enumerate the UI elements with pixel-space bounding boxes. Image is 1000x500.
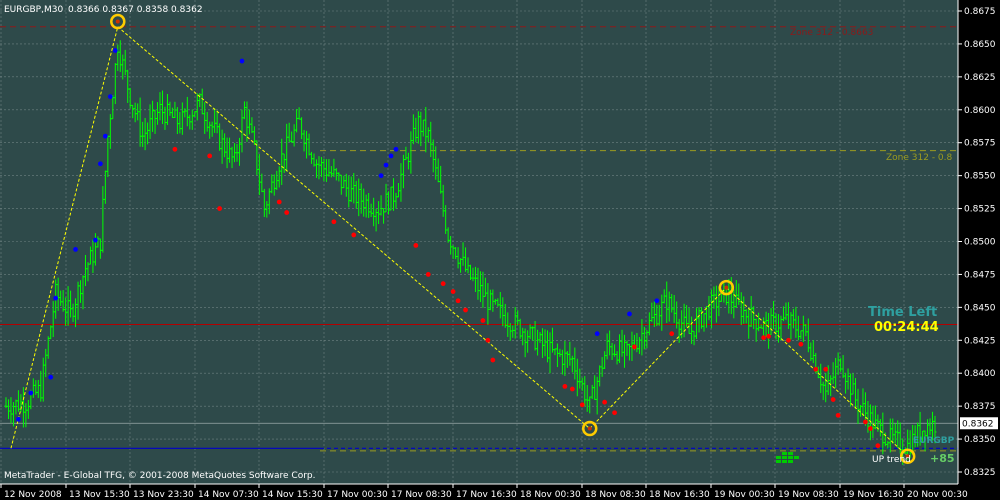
down-signal-dot <box>463 307 468 313</box>
down-signal-dot <box>351 232 357 238</box>
x-tick-label: 17 Nov 16:30 <box>456 490 517 500</box>
x-tick-label: 19 Nov 00:30 <box>714 490 775 500</box>
up-signal-dot <box>93 237 98 243</box>
up-signal-dot <box>16 416 21 422</box>
down-signal-dot <box>830 397 836 402</box>
x-tick-label: 20 Nov 00:30 <box>907 490 968 500</box>
down-signal-dot <box>490 357 496 363</box>
down-signal-dot <box>569 386 575 392</box>
down-signal-dot <box>863 419 868 425</box>
swing-circle-center <box>587 426 592 431</box>
down-signal-dot <box>440 281 446 287</box>
y-tick-label: 0.8450 <box>964 303 996 313</box>
y-tick-label: 0.8525 <box>964 205 996 215</box>
x-tick-label: 13 Nov 15:30 <box>69 490 130 500</box>
up-signal-dot <box>239 58 245 64</box>
time-left-label: Time Left <box>868 305 937 320</box>
up-signal-dot <box>112 48 118 53</box>
symbol-badge: EURGBP <box>913 436 955 446</box>
x-tick-label: 18 Nov 08:30 <box>585 490 646 500</box>
down-signal-dot <box>766 333 771 339</box>
price-chart[interactable]: 0.8675 0.8650 0.8625 0.8600 0.8575 0.8550 0.85… <box>0 0 1000 500</box>
down-signal-dot <box>172 146 178 152</box>
down-signal-dot <box>579 402 585 408</box>
y-tick-label: 0.8425 <box>964 336 996 346</box>
down-signal-dot <box>562 383 568 389</box>
y-tick-label: 0.8375 <box>964 402 996 412</box>
down-signal-dot <box>450 289 456 294</box>
up-signal-dot <box>393 146 399 152</box>
up-signal-dot <box>383 162 389 168</box>
down-signal-dot <box>798 341 804 347</box>
up-signal-dot <box>102 133 108 139</box>
y-tick-label: 0.8400 <box>964 369 996 379</box>
down-signal-dot <box>413 243 419 248</box>
down-signal-dot <box>485 337 491 343</box>
up-signal-dot <box>627 311 632 317</box>
down-signal-dot <box>284 210 290 215</box>
down-signal-dot <box>455 298 461 304</box>
down-signal-dot <box>823 366 829 372</box>
up-signal-dot <box>107 94 113 100</box>
symbol-timeframe: EURGBP,M30 <box>4 5 63 15</box>
zone-upper-label: Zone 312 - 0.8663 <box>790 28 873 38</box>
down-signal-dot <box>276 199 282 205</box>
swing-circle-center <box>115 19 120 24</box>
up-signal-dot <box>97 161 103 167</box>
down-signal-dot <box>331 219 337 225</box>
down-signal-dot <box>612 410 617 416</box>
copyright-text: MetaTrader - E-Global TFG, © 2001-2008 M… <box>4 471 316 481</box>
x-tick-label: 19 Nov 08:30 <box>778 490 839 500</box>
y-tick-label: 0.8350 <box>964 435 996 445</box>
x-tick-label: 13 Nov 23:30 <box>133 490 194 500</box>
down-signal-dot <box>875 443 881 449</box>
down-signal-dot <box>207 153 213 159</box>
y-tick-label: 0.8625 <box>964 73 996 83</box>
up-signal-dot <box>378 173 384 179</box>
y-tick-label: 0.8500 <box>964 238 996 248</box>
up-signal-dot <box>28 390 34 396</box>
up-signal-dot <box>388 153 394 159</box>
current-price-label: 0.8362 <box>962 419 994 429</box>
down-signal-dot <box>632 344 637 350</box>
down-signal-dot <box>425 272 431 277</box>
x-tick-label: 18 Nov 00:30 <box>520 490 581 500</box>
y-tick-label: 0.8550 <box>964 172 996 182</box>
y-tick-label: 0.8600 <box>964 106 996 116</box>
price-axis: 0.8675 0.8650 0.8625 0.8600 0.8575 0.8550 0.85… <box>957 0 998 484</box>
down-signal-dot <box>868 426 873 431</box>
x-tick-label: 19 Nov 16:30 <box>843 490 904 500</box>
x-tick-label: 14 Nov 15:30 <box>262 490 323 500</box>
trend-label: UP trend <box>872 455 911 465</box>
up-signal-dot <box>53 295 59 301</box>
up-signal-dot <box>654 298 660 304</box>
ohlc-values: 0.8366 0.8367 0.8358 0.8362 <box>68 5 203 15</box>
y-tick-label: 0.8475 <box>964 270 996 280</box>
down-signal-dot <box>786 337 791 343</box>
down-signal-dot <box>813 366 819 372</box>
down-signal-dot <box>602 399 608 405</box>
x-tick-label: 14 Nov 07:30 <box>198 490 259 500</box>
x-tick-label: 18 Nov 16:30 <box>649 490 710 500</box>
up-signal-dot <box>48 374 54 380</box>
up-signal-dot <box>594 331 600 337</box>
x-tick-label: 17 Nov 00:30 <box>327 490 388 500</box>
down-signal-dot <box>217 206 223 211</box>
down-signal-dot <box>669 331 675 337</box>
x-tick-label: 12 Nov 2008 <box>4 490 62 500</box>
y-tick-label: 0.8575 <box>964 139 996 149</box>
trend-value: +85 <box>930 452 955 465</box>
down-signal-dot <box>761 335 767 341</box>
plot-area <box>0 0 958 484</box>
time-left-value: 00:24:44 <box>874 320 939 335</box>
x-tick-label: 17 Nov 08:30 <box>391 490 452 500</box>
down-signal-dot <box>480 318 486 323</box>
swing-circle-center <box>724 285 729 290</box>
down-signal-dot <box>835 412 841 418</box>
y-tick-label: 0.8650 <box>964 40 996 50</box>
up-signal-dot <box>73 247 78 252</box>
zone-mid-label: Zone 312 - 0.8 <box>886 153 953 163</box>
y-tick-label: 0.8325 <box>964 468 996 478</box>
y-tick-label: 0.8675 <box>964 7 996 17</box>
